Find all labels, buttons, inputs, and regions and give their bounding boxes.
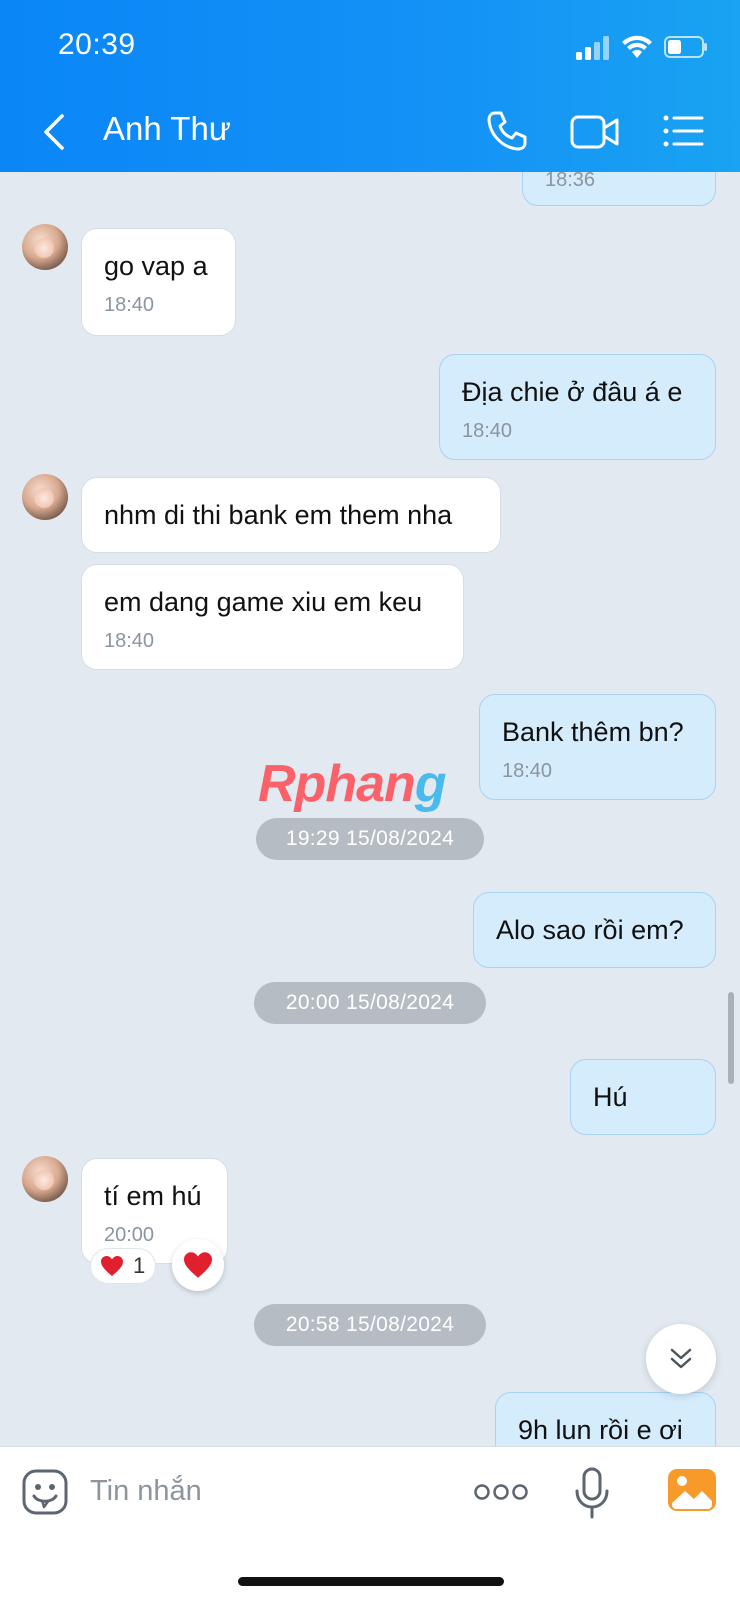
reaction-count: 1 — [133, 1253, 146, 1278]
message-time: 18:36 — [545, 172, 596, 191]
contact-name[interactable]: Anh Thư — [103, 110, 231, 148]
battery-icon — [664, 36, 707, 58]
video-call-icon[interactable] — [570, 113, 620, 151]
chat-header: 20:39 Anh Thư — [0, 0, 740, 172]
message-input[interactable]: Tin nhắn — [90, 1475, 202, 1508]
sticker-icon[interactable] — [22, 1469, 68, 1515]
avatar[interactable] — [22, 474, 68, 520]
avatar[interactable] — [22, 1156, 68, 1202]
status-time: 20:39 — [58, 28, 136, 61]
menu-icon[interactable] — [662, 113, 704, 149]
message-outgoing[interactable]: 18:36 — [522, 172, 716, 206]
scroll-to-bottom-button[interactable] — [646, 1324, 716, 1394]
date-separator: 20:58 15/08/2024 — [254, 1304, 486, 1346]
reaction-summary[interactable]: 1 — [90, 1248, 156, 1284]
wifi-icon — [622, 35, 652, 58]
message-list[interactable]: 18:36 go vap a 18:40 Địa chie ở đâu á e … — [0, 172, 740, 1446]
heart-icon — [101, 1256, 123, 1276]
more-icon[interactable] — [474, 1483, 528, 1501]
message-text: nhm di thi bank em them nha — [104, 500, 453, 530]
message-outgoing[interactable]: 9h lun rồi e ơi — [495, 1392, 716, 1446]
gallery-icon[interactable] — [668, 1469, 716, 1511]
message-time: 18:40 — [462, 420, 513, 442]
composer: Tin nhắn — [0, 1446, 740, 1600]
message-incoming[interactable]: nhm di thi bank em them nha — [81, 477, 501, 553]
message-outgoing[interactable]: Hú — [570, 1059, 716, 1135]
mic-icon[interactable] — [574, 1467, 610, 1519]
avatar[interactable] — [22, 224, 68, 270]
message-text: tí em hú — [104, 1181, 202, 1211]
react-button[interactable] — [172, 1239, 224, 1291]
date-separator: 19:29 15/08/2024 — [256, 818, 484, 860]
message-time: 18:40 — [502, 760, 553, 782]
message-text: 9h lun rồi e ơi — [518, 1415, 683, 1445]
phone-icon[interactable] — [486, 110, 528, 152]
chevron-double-down-icon — [670, 1348, 692, 1369]
message-time: 18:40 — [104, 630, 155, 652]
message-text: em dang game xiu em keu — [104, 587, 423, 617]
message-text: Alo sao rồi em? — [496, 915, 684, 945]
message-outgoing[interactable]: Bank thêm bn? 18:40 — [479, 694, 716, 800]
message-incoming[interactable]: go vap a 18:40 — [81, 228, 236, 336]
scrollbar[interactable] — [728, 992, 734, 1084]
message-incoming[interactable]: em dang game xiu em keu 18:40 — [81, 564, 464, 670]
message-text: Hú — [593, 1082, 628, 1112]
message-outgoing[interactable]: Địa chie ở đâu á e 18:40 — [439, 354, 716, 460]
message-time: 18:40 — [104, 294, 155, 316]
watermark-logo: Rphang — [258, 755, 447, 813]
message-outgoing[interactable]: Alo sao rồi em? — [473, 892, 716, 968]
message-text: Địa chie ở đâu á e — [462, 377, 683, 407]
message-text: Bank thêm bn? — [502, 717, 684, 747]
home-indicator[interactable] — [238, 1577, 504, 1586]
back-icon[interactable] — [36, 108, 72, 156]
signal-icon — [576, 36, 609, 60]
message-text: go vap a — [104, 251, 208, 281]
heart-icon — [184, 1252, 212, 1278]
date-separator: 20:00 15/08/2024 — [254, 982, 486, 1024]
